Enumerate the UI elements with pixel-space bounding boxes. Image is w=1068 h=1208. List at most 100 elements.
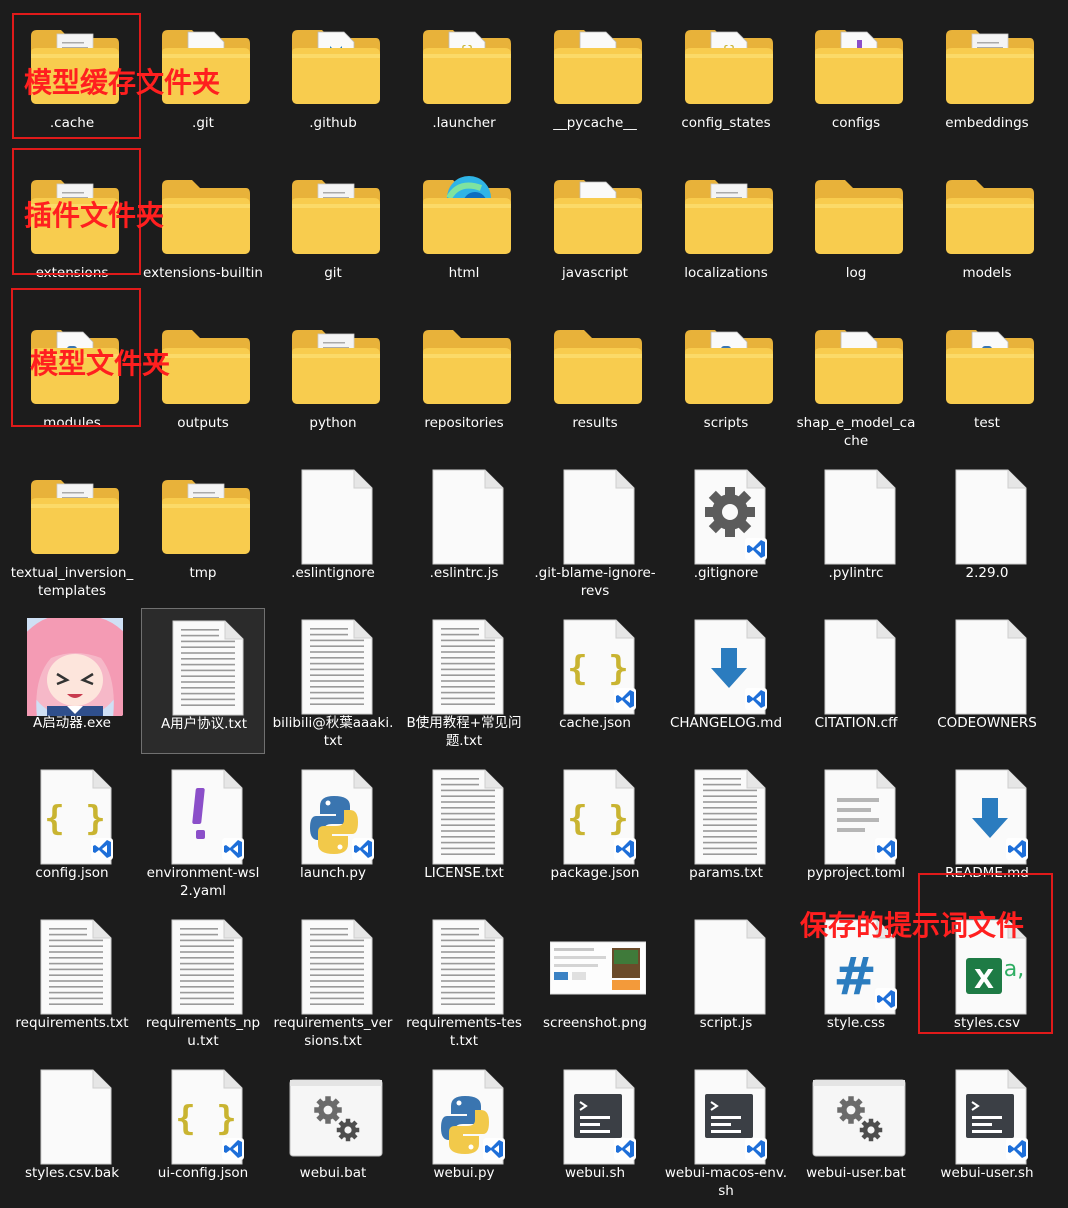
file-name-label: CHANGELOG.md: [669, 715, 783, 731]
file-item[interactable]: environment-wsl2.yaml: [141, 758, 265, 904]
file-item[interactable]: {}.launcher: [402, 8, 526, 154]
file-item[interactable]: html: [402, 158, 526, 304]
file-item[interactable]: requirements_versions.txt: [271, 908, 395, 1054]
file-name-label: test: [974, 415, 1000, 431]
file-item[interactable]: { } ui-config.json: [141, 1058, 265, 1204]
file-item[interactable]: webui-user.bat: [794, 1058, 918, 1204]
file-item[interactable]: { } package.json: [533, 758, 657, 904]
file-item[interactable]: javascript: [533, 158, 657, 304]
batch-gear-icon: [811, 1068, 907, 1166]
file-item[interactable]: bilibili@秋葉aaaki.txt: [271, 608, 395, 754]
file-item[interactable]: 2.29.0: [925, 458, 1049, 604]
file-name-label: log: [845, 265, 867, 281]
file-item[interactable]: CITATION.cff: [794, 608, 918, 754]
file-name-label: requirements_versions.txt: [273, 1015, 393, 1049]
folder-empty-icon: [158, 318, 254, 416]
file-item[interactable]: .github: [271, 8, 395, 154]
file-item[interactable]: localizations: [664, 158, 788, 304]
file-item[interactable]: params.txt: [664, 758, 788, 904]
file-item[interactable]: .git-blame-ignore-revs: [533, 458, 657, 604]
file-item[interactable]: scripts: [664, 308, 788, 454]
file-name-label: LICENSE.txt: [424, 865, 504, 881]
file-item[interactable]: CHANGELOG.md: [664, 608, 788, 754]
file-item[interactable]: .eslintignore: [271, 458, 395, 604]
annotation-models: 模型文件夹: [30, 347, 171, 380]
file-item[interactable]: tmp: [141, 458, 265, 604]
file-item[interactable]: .gitignore: [664, 458, 788, 604]
file-item[interactable]: git: [271, 158, 395, 304]
file-name-label: webui.bat: [299, 1165, 367, 1181]
gear-vscode-file-icon: [681, 468, 777, 566]
file-name-label: webui-macos-env.sh: [664, 1165, 788, 1199]
folder-empty-icon: [811, 168, 907, 266]
file-item[interactable]: { } cache.json: [533, 608, 657, 754]
file-name-label: script.js: [699, 1015, 753, 1031]
file-item[interactable]: webui.bat: [271, 1058, 395, 1204]
file-item[interactable]: A启动器.exe: [10, 608, 134, 754]
file-item[interactable]: outputs: [141, 308, 265, 454]
file-name-label: ui-config.json: [157, 1165, 249, 1181]
file-name-label: environment-wsl2.yaml: [146, 865, 260, 899]
file-item[interactable]: B使用教程+常见问题.txt: [402, 608, 526, 754]
file-item[interactable]: webui.sh: [533, 1058, 657, 1204]
folder-edge-icon: [419, 168, 515, 266]
file-item[interactable]: webui.py: [402, 1058, 526, 1204]
folder-json-icon: {}: [681, 18, 777, 116]
file-item[interactable]: launch.py: [271, 758, 395, 904]
file-row: textual_inversion_templates tmp .eslintign…: [10, 458, 1058, 608]
file-item[interactable]: CODEOWNERS: [925, 608, 1049, 754]
file-item[interactable]: requirements-test.txt: [402, 908, 526, 1054]
annotation-extensions: 插件文件夹: [24, 199, 165, 232]
file-item[interactable]: repositories: [402, 308, 526, 454]
python-file-icon: [419, 1068, 515, 1166]
file-item[interactable]: requirements.txt: [10, 908, 134, 1054]
file-name-label: webui.py: [433, 1165, 495, 1181]
blank-file-icon: [681, 918, 777, 1016]
json-file-icon: { }: [550, 618, 646, 716]
file-name-label: styles.csv.bak: [24, 1165, 120, 1181]
file-name-label: style.css: [826, 1015, 886, 1031]
file-name-label: javascript: [562, 265, 628, 281]
file-name-label: requirements_npu.txt: [145, 1015, 261, 1049]
file-name-label: extensions-builtin: [143, 265, 263, 281]
file-item[interactable]: shap_e_model_cache: [794, 308, 918, 454]
file-item[interactable]: log: [794, 158, 918, 304]
file-item[interactable]: styles.csv.bak: [10, 1058, 134, 1204]
file-row: styles.csv.bak { } ui-config.json webui.bat…: [10, 1058, 1058, 1208]
json-file-icon: { }: [27, 768, 123, 866]
file-item[interactable]: .eslintrc.js: [402, 458, 526, 604]
file-name-label: git: [324, 265, 342, 281]
file-item[interactable]: pyproject.toml: [794, 758, 918, 904]
file-item[interactable]: webui-macos-env.sh: [664, 1058, 788, 1204]
shell-file-icon: [550, 1068, 646, 1166]
file-item[interactable]: A用户协议.txt: [141, 608, 265, 754]
file-item[interactable]: python: [271, 308, 395, 454]
file-name-label: outputs: [177, 415, 229, 431]
file-item[interactable]: LICENSE.txt: [402, 758, 526, 904]
file-item[interactable]: __pycache__: [533, 8, 657, 154]
file-item[interactable]: .pylintrc: [794, 458, 918, 604]
file-item[interactable]: embeddings: [925, 8, 1049, 154]
file-item[interactable]: textual_inversion_templates: [10, 458, 134, 604]
file-item[interactable]: configs: [794, 8, 918, 154]
folder-json-icon: {}: [419, 18, 515, 116]
file-item[interactable]: test: [925, 308, 1049, 454]
file-item[interactable]: requirements_npu.txt: [141, 908, 265, 1054]
file-item[interactable]: { } config.json: [10, 758, 134, 904]
file-name-label: .launcher: [432, 115, 496, 131]
file-item[interactable]: webui-user.sh: [925, 1058, 1049, 1204]
file-name-label: cache.json: [559, 715, 631, 731]
blank-file-icon: [419, 468, 515, 566]
file-name-label: A用户协议.txt: [160, 716, 248, 732]
folder-empty-icon: [419, 318, 515, 416]
file-name-label: models: [962, 265, 1012, 281]
file-item[interactable]: script.js: [664, 908, 788, 1054]
file-name-label: html: [448, 265, 480, 281]
file-item[interactable]: screenshot.png: [533, 908, 657, 1054]
file-name-label: config.json: [35, 865, 109, 881]
file-name-label: webui-user.sh: [940, 1165, 1034, 1181]
file-row: A启动器.exe A用户协议.txt bilibili@秋葉aaaki.txt B使用…: [10, 608, 1058, 758]
file-item[interactable]: {}config_states: [664, 8, 788, 154]
file-item[interactable]: models: [925, 158, 1049, 304]
file-item[interactable]: results: [533, 308, 657, 454]
